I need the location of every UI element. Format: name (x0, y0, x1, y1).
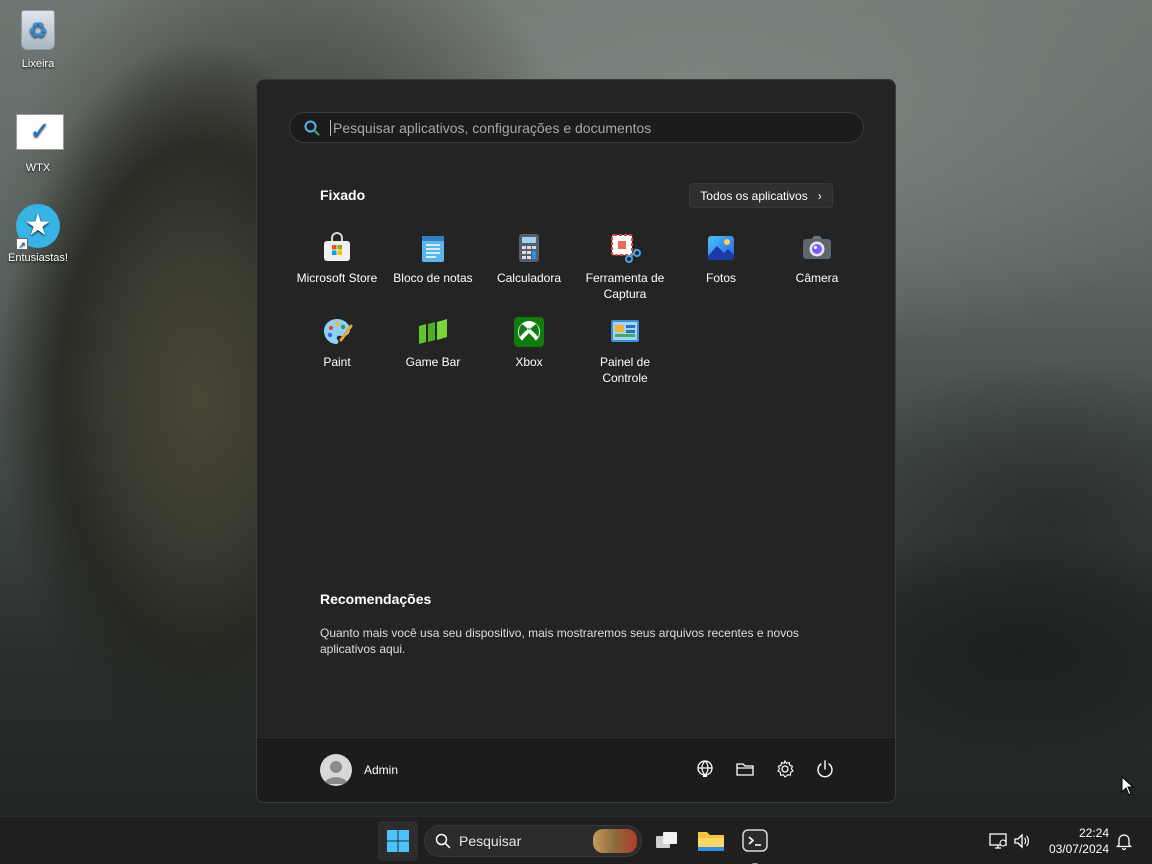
desktop-icon-label: Entusiastas! (8, 252, 68, 264)
power-icon[interactable] (815, 759, 835, 779)
app-label: Painel de Controle (599, 355, 651, 385)
search-icon (435, 833, 451, 849)
all-apps-button[interactable]: Todos os aplicativos › (689, 183, 833, 208)
pinned-section-title: Fixado (320, 187, 366, 203)
file-explorer-icon[interactable] (695, 825, 727, 857)
search-highlight-image (593, 829, 637, 853)
pinned-app-snipping-tool[interactable]: Ferramenta de Captura (577, 230, 673, 314)
control-panel-icon (611, 320, 639, 342)
network-icon[interactable] (988, 831, 1008, 851)
app-label: Game Bar (405, 355, 461, 369)
app-label: Ferramenta de Captura (585, 271, 665, 301)
desktop-icon-entusiastas[interactable]: ★ ↗ Entusiastas! (0, 204, 76, 264)
clock-time: 22:24 (1078, 826, 1109, 840)
shortcut-arrow-icon: ↗ (16, 238, 28, 250)
recommendations-text: Quanto mais você usa seu dispositivo, ma… (320, 626, 799, 656)
snipping-tool-icon (611, 234, 641, 263)
app-label: Xbox (515, 355, 543, 369)
pinned-app-notepad[interactable]: Bloco de notas (385, 230, 481, 314)
star-icon: ★ ↗ (16, 204, 60, 250)
microsoft-store-icon (324, 232, 350, 261)
clock-date: 03/07/2024 (1048, 842, 1109, 856)
search-icon (304, 120, 320, 136)
file-explorer-folder-icon[interactable] (735, 759, 755, 779)
chevron-right-icon: › (817, 188, 822, 203)
taskbar-search-label: Pesquisar (459, 833, 522, 849)
desktop-icon-label: WTX (25, 162, 51, 174)
taskbar: Pesquisar 22:24 03/07/2024 (0, 816, 1152, 864)
task-view-icon[interactable] (651, 825, 683, 857)
app-label: Microsoft Store (296, 271, 378, 285)
terminal-icon (742, 829, 768, 852)
desktop-icon-label: Lixeira (21, 58, 55, 70)
pinned-app-calculator[interactable]: Calculadora (481, 230, 577, 314)
photos-icon (708, 236, 734, 260)
pinned-app-control-panel[interactable]: Painel de Controle (577, 314, 673, 398)
notepad-icon (422, 236, 444, 262)
checkmark-icon: ✓ (16, 114, 64, 158)
app-label: Fotos (705, 271, 736, 285)
windows-logo-icon (387, 830, 409, 852)
notification-bell-icon[interactable] (1114, 831, 1134, 851)
app-label: Paint (323, 355, 351, 369)
start-menu: Fixado Todos os aplicativos › Microsoft … (256, 79, 896, 803)
desktop-icon-recycle-bin[interactable]: ♻ Lixeira (0, 8, 76, 70)
app-label: Bloco de notas (393, 271, 473, 285)
camera-icon (803, 236, 831, 259)
game-bar-icon (419, 319, 447, 344)
recycle-bin-icon: ♻ (16, 10, 60, 54)
mouse-cursor-icon (1121, 776, 1135, 796)
start-search-box[interactable] (289, 112, 864, 143)
start-search-input[interactable] (330, 119, 863, 136)
app-label: Câmera (795, 271, 839, 285)
pinned-app-photos[interactable]: Fotos (673, 230, 769, 314)
pinned-app-game-bar[interactable]: Game Bar (385, 314, 481, 398)
calculator-icon (519, 234, 539, 262)
terminal-taskbar-button[interactable] (739, 825, 771, 864)
system-clock[interactable]: 22:24 03/07/2024 (1049, 825, 1109, 857)
pinned-app-xbox[interactable]: Xbox (481, 314, 577, 398)
pinned-app-camera[interactable]: Câmera (769, 230, 865, 314)
user-avatar[interactable] (320, 754, 352, 786)
pinned-app-paint[interactable]: Paint (289, 314, 385, 398)
xbox-icon (514, 317, 544, 347)
wallpaper-rocks (872, 470, 1152, 820)
recommendations-title: Recomendações (320, 591, 432, 607)
desktop-icon-wtx[interactable]: ✓ WTX (0, 110, 76, 174)
all-apps-label: Todos os aplicativos (700, 188, 808, 203)
settings-gear-icon[interactable] (775, 759, 795, 779)
start-menu-footer: Admin (257, 737, 895, 802)
network-globe-icon[interactable] (695, 759, 715, 779)
user-name[interactable]: Admin (364, 763, 398, 777)
paint-icon (324, 319, 353, 344)
user-avatar-icon (324, 761, 348, 784)
taskbar-search[interactable]: Pesquisar (424, 825, 642, 857)
app-label: Calculadora (496, 271, 562, 285)
pinned-apps-grid: Microsoft Store Bloco de notas Calculado… (289, 230, 865, 398)
start-button[interactable] (378, 821, 418, 861)
pinned-app-microsoft-store[interactable]: Microsoft Store (289, 230, 385, 314)
volume-icon[interactable] (1012, 831, 1032, 851)
